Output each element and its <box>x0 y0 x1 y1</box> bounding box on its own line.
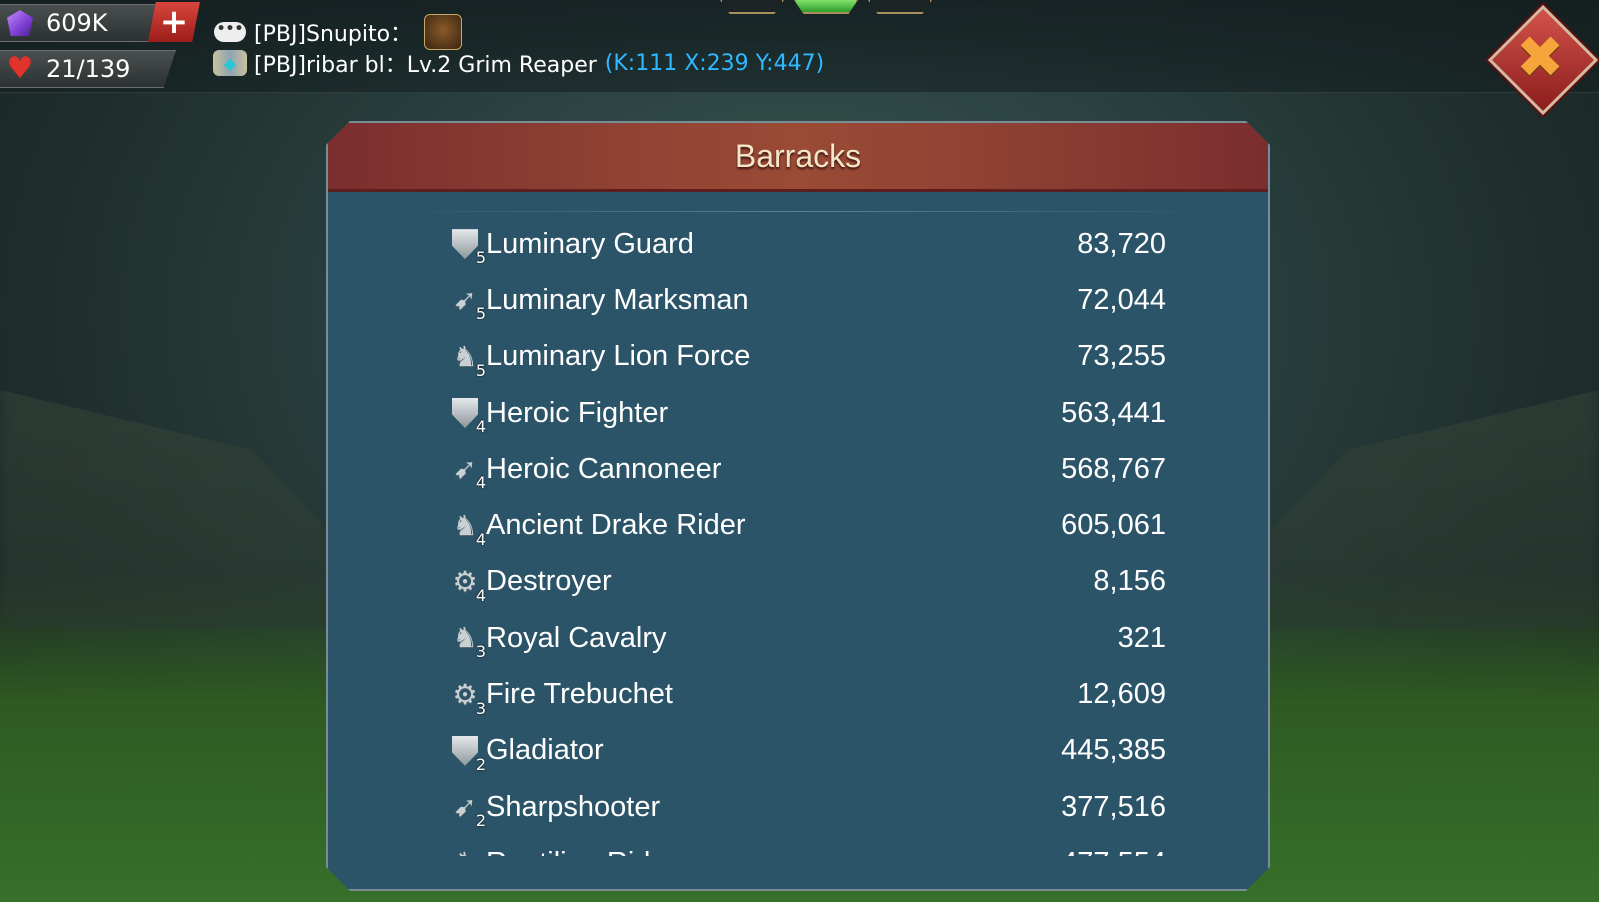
troop-row[interactable]: 2 Gladiator 445,385 <box>446 723 1166 779</box>
coordinates-link[interactable]: (K:111 X:239 Y:447) <box>605 51 824 76</box>
panel-title: Barracks <box>734 137 862 174</box>
troop-name: Luminary Guard <box>486 227 694 260</box>
cavalry-icon: ♞ 4 <box>452 508 486 549</box>
troop-count: 605,061 <box>1061 509 1166 542</box>
siege-icon: ⚙ 3 <box>452 677 486 718</box>
troop-name: Reptilian Rider <box>486 847 676 856</box>
ranged-icon: ➹ 4 <box>453 452 486 493</box>
troop-row[interactable]: 4 Heroic Fighter 563,441 <box>446 385 1166 441</box>
close-button[interactable]: ✖ <box>1487 4 1599 116</box>
page-dot[interactable] <box>720 0 784 14</box>
troop-row[interactable]: ♞ 3 Royal Cavalry 321 <box>446 610 1166 666</box>
infantry-icon: 2 <box>446 732 484 770</box>
troop-name: Destroyer <box>486 565 612 598</box>
troop-row[interactable]: ♞ 4 Ancient Drake Rider 605,061 <box>446 497 1166 553</box>
tier-label: 3 <box>475 698 486 718</box>
barracks-panel: Barracks 5 Luminary Guard 83,720 ➹ 5 Luminary… <box>326 121 1270 891</box>
troop-name: Fire Trebuchet <box>486 678 673 711</box>
infantry-icon: 4 <box>446 394 484 432</box>
tier-label: 2 <box>475 811 486 831</box>
troop-name: Royal Cavalry <box>486 621 667 654</box>
chat-bubble-icon: ••• <box>212 17 248 47</box>
close-icon: ✖ <box>1515 23 1565 91</box>
add-gems-button[interactable]: + <box>148 2 200 42</box>
troop-name: Gladiator <box>486 734 604 767</box>
cavalry-icon: ♞ 5 <box>452 339 486 380</box>
tier-label: 5 <box>475 360 486 380</box>
troop-row[interactable]: ➹ 5 Luminary Marksman 72,044 <box>446 272 1166 328</box>
troop-row[interactable]: ➹ 2 Sharpshooter 377,516 <box>446 779 1166 835</box>
page-dot-active[interactable] <box>794 0 858 14</box>
chat-line-2-text: [PBJ]ribar bl：Lv.2 Grim Reaper <box>254 53 597 78</box>
panel-header: Barracks <box>328 123 1268 192</box>
troop-count: 72,044 <box>1077 283 1166 316</box>
tier-label: 5 <box>475 304 486 324</box>
troop-name: Heroic Fighter <box>486 396 669 429</box>
cavalry-icon: ♞ 3 <box>452 621 486 662</box>
tier-label: 4 <box>475 473 486 493</box>
stamina-counter[interactable]: ♥ 21/139 <box>0 50 176 88</box>
troop-count: 83,720 <box>1077 227 1166 260</box>
troop-list[interactable]: 5 Luminary Guard 83,720 ➹ 5 Luminary Marksman… <box>446 216 1166 856</box>
troop-count: 568,767 <box>1061 452 1166 485</box>
gem-value: 609K <box>46 9 108 37</box>
troop-count: 321 <box>1117 621 1166 654</box>
troop-count: 73,255 <box>1077 340 1166 373</box>
siege-icon: ⚙ 4 <box>452 564 486 605</box>
troop-count: 445,385 <box>1061 734 1166 767</box>
infantry-icon: 5 <box>446 225 484 263</box>
top-bar: 609K + ♥ 21/139 ••• [PBJ]Snupito： ◆ [PBJ… <box>0 0 1599 93</box>
tier-label: 2 <box>475 754 486 774</box>
ranged-icon: ➹ 5 <box>453 283 486 324</box>
troop-count: 477,554 <box>1061 847 1166 856</box>
tier-label: 3 <box>475 642 486 662</box>
troop-count: 8,156 <box>1093 565 1166 598</box>
chat-line-1[interactable]: ••• [PBJ]Snupito： <box>212 14 463 50</box>
tier-label: 4 <box>475 585 486 605</box>
troop-count: 377,516 <box>1061 790 1166 823</box>
troop-count: 12,609 <box>1077 678 1166 711</box>
chat-line-1-text: [PBJ]Snupito： <box>254 22 413 47</box>
gem-counter[interactable]: 609K <box>0 4 161 42</box>
troop-row[interactable]: ⚙ 4 Destroyer 8,156 <box>446 554 1166 610</box>
divider <box>388 211 1218 212</box>
sticker-avatar <box>424 14 463 50</box>
ranged-icon: ➹ 2 <box>453 790 486 831</box>
heart-icon: ♥ <box>6 51 34 86</box>
tier-label: 4 <box>475 417 486 437</box>
troop-row[interactable]: 5 Luminary Guard 83,720 <box>446 216 1166 272</box>
cavalry-icon: ♞2 <box>446 844 484 856</box>
guild-wings-icon: ◆ <box>212 48 248 78</box>
troop-name: Luminary Lion Force <box>486 340 751 373</box>
troop-row[interactable]: ♞ 5 Luminary Lion Force 73,255 <box>446 329 1166 385</box>
troop-row[interactable]: ➹ 4 Heroic Cannoneer 568,767 <box>446 441 1166 497</box>
chat-line-2[interactable]: ◆ [PBJ]ribar bl：Lv.2 Grim Reaper (K:111 … <box>212 47 824 79</box>
stamina-value: 21/139 <box>46 55 131 83</box>
troop-name: Luminary Marksman <box>486 283 749 316</box>
troop-name: Sharpshooter <box>486 790 661 823</box>
troop-count: 563,441 <box>1061 396 1166 429</box>
troop-row[interactable]: ♞2Reptilian Rider 477,554 <box>446 835 1166 856</box>
tier-label: 4 <box>475 529 486 549</box>
troop-name: Heroic Cannoneer <box>486 452 722 485</box>
troop-row[interactable]: ⚙ 3 Fire Trebuchet 12,609 <box>446 666 1166 722</box>
gem-icon <box>0 5 40 41</box>
troop-name: Ancient Drake Rider <box>486 509 746 542</box>
page-indicator <box>720 0 932 14</box>
tier-label: 5 <box>475 248 486 268</box>
page-dot[interactable] <box>868 0 932 14</box>
